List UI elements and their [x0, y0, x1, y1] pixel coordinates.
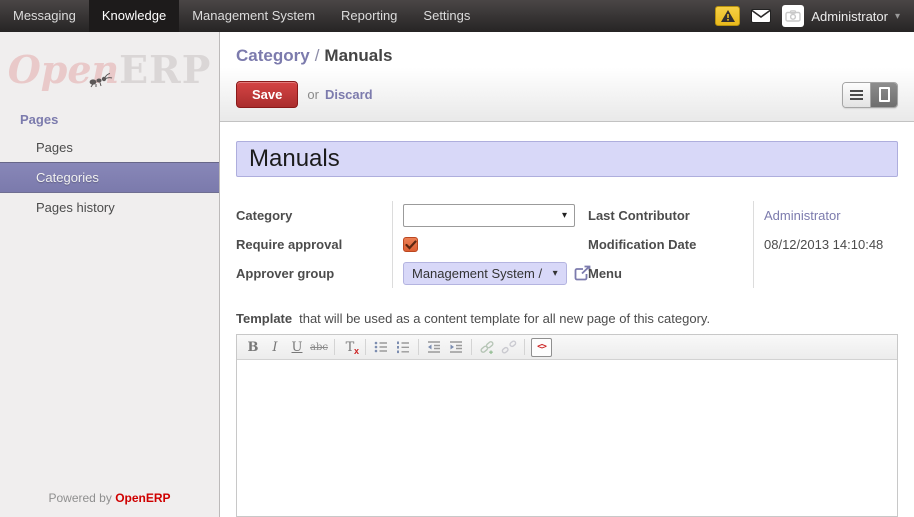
nav-reporting[interactable]: Reporting	[328, 0, 410, 32]
sidebar-item-pages[interactable]: Pages	[0, 133, 219, 162]
save-button[interactable]: Save	[236, 81, 298, 108]
discard-link[interactable]: Discard	[325, 87, 373, 102]
editor-content[interactable]	[237, 360, 897, 516]
unordered-list-icon	[373, 339, 389, 355]
category-label: Category	[236, 201, 392, 230]
last-contributor-value[interactable]: Administrator	[764, 208, 841, 223]
unlink-icon	[501, 339, 517, 355]
template-header: Template that will be used as a content t…	[236, 311, 898, 326]
breadcrumb: Category /Manuals	[236, 46, 898, 66]
link-button[interactable]	[476, 337, 498, 357]
approver-group-select[interactable]: Management System / ▾	[403, 262, 567, 285]
powered-by-label: Powered by	[48, 491, 111, 505]
list-view-button[interactable]	[843, 83, 870, 107]
indent-icon	[448, 339, 464, 355]
breadcrumb-category-link[interactable]: Category	[236, 46, 310, 65]
category-select[interactable]: ▾	[403, 204, 575, 227]
warning-badge-button[interactable]	[715, 6, 740, 26]
source-code-icon: <>	[537, 342, 546, 352]
form-view-button[interactable]	[870, 83, 897, 107]
actions-row: Save or Discard	[236, 81, 898, 108]
breadcrumb-current: Manuals	[324, 46, 392, 65]
topbar-right-tools: Administrator ▾	[715, 0, 914, 32]
template-description: that will be used as a content template …	[299, 311, 710, 326]
logo-erp-text: ERP	[119, 47, 211, 92]
modification-date-label: Modification Date	[588, 230, 753, 259]
breadcrumb-separator: /	[315, 46, 320, 65]
ant-icon	[88, 53, 114, 97]
nav-messaging[interactable]: Messaging	[0, 0, 89, 32]
content-header: Category /Manuals Save or Discard	[220, 32, 914, 122]
app-window: Messaging Knowledge Management System Re…	[0, 0, 914, 517]
avatar	[782, 5, 804, 27]
italic-button[interactable]: I	[264, 337, 286, 357]
last-contributor-label: Last Contributor	[588, 201, 753, 230]
camera-icon	[785, 10, 801, 22]
sidebar: OpenERP Pages Pages Categories Pages his…	[0, 32, 220, 517]
main-content: Category /Manuals Save or Discard	[220, 32, 914, 517]
form-grid: Category ▾ Require approval	[236, 201, 898, 288]
openerp-link[interactable]: OpenERP	[115, 491, 170, 505]
or-label: or	[307, 87, 319, 102]
toolbar-separator	[524, 339, 525, 355]
form-group-right: Last Contributor Administrator Modificat…	[588, 201, 898, 288]
openerp-logo: OpenERP	[0, 48, 219, 92]
sidebar-section-pages: Pages	[0, 96, 219, 133]
toolbar-separator	[471, 339, 472, 355]
nav-knowledge[interactable]: Knowledge	[89, 0, 179, 32]
list-view-icon	[850, 90, 863, 100]
powered-by: Powered by OpenERP	[0, 491, 219, 517]
underline-button[interactable]: U	[286, 337, 308, 357]
red-x-icon: x	[354, 346, 359, 356]
ordered-list-icon	[395, 339, 411, 355]
category-name-input[interactable]	[236, 141, 898, 177]
require-approval-checkbox[interactable]	[403, 237, 418, 252]
toolbar-separator	[365, 339, 366, 355]
sidebar-item-pages-history[interactable]: Pages history	[0, 193, 219, 222]
approver-group-value: Management System /	[412, 266, 546, 281]
form-view-icon	[879, 87, 890, 102]
indent-button[interactable]	[445, 337, 467, 357]
unlink-button[interactable]	[498, 337, 520, 357]
user-name: Administrator	[811, 9, 888, 24]
remove-format-button[interactable]: T x	[339, 337, 361, 357]
menu-label: Menu	[588, 259, 753, 288]
outdent-button[interactable]	[423, 337, 445, 357]
toolbar-separator	[334, 339, 335, 355]
require-approval-label: Require approval	[236, 230, 392, 259]
chevron-down-icon: ▾	[895, 11, 900, 22]
user-menu[interactable]: Administrator ▾	[782, 5, 900, 27]
link-icon	[479, 339, 495, 355]
mail-icon	[751, 9, 771, 23]
nav-management-system[interactable]: Management System	[179, 0, 328, 32]
approver-group-label: Approver group	[236, 259, 392, 288]
nav-settings[interactable]: Settings	[410, 0, 483, 32]
editor-toolbar: B I U abc T x	[237, 335, 897, 360]
warning-icon	[720, 9, 736, 23]
chevron-down-icon: ▾	[562, 210, 567, 221]
messages-button[interactable]	[751, 9, 771, 23]
unordered-list-button[interactable]	[370, 337, 392, 357]
chevron-down-icon: ▾	[553, 268, 558, 279]
source-code-button[interactable]: <>	[531, 338, 552, 357]
bold-button[interactable]: B	[242, 337, 264, 357]
template-editor: B I U abc T x	[236, 334, 898, 517]
form-sheet: Category ▾ Require approval	[220, 122, 914, 517]
check-icon	[405, 240, 417, 250]
top-navbar: Messaging Knowledge Management System Re…	[0, 0, 914, 32]
outdent-icon	[426, 339, 442, 355]
toolbar-separator	[418, 339, 419, 355]
template-label: Template	[236, 311, 292, 326]
view-switcher	[842, 82, 898, 108]
ordered-list-button[interactable]	[392, 337, 414, 357]
sidebar-item-categories[interactable]: Categories	[0, 162, 219, 193]
form-group-left: Category ▾ Require approval	[236, 201, 588, 288]
strikethrough-button[interactable]: abc	[308, 337, 330, 357]
modification-date-value: 08/12/2013 14:10:48	[764, 237, 883, 252]
